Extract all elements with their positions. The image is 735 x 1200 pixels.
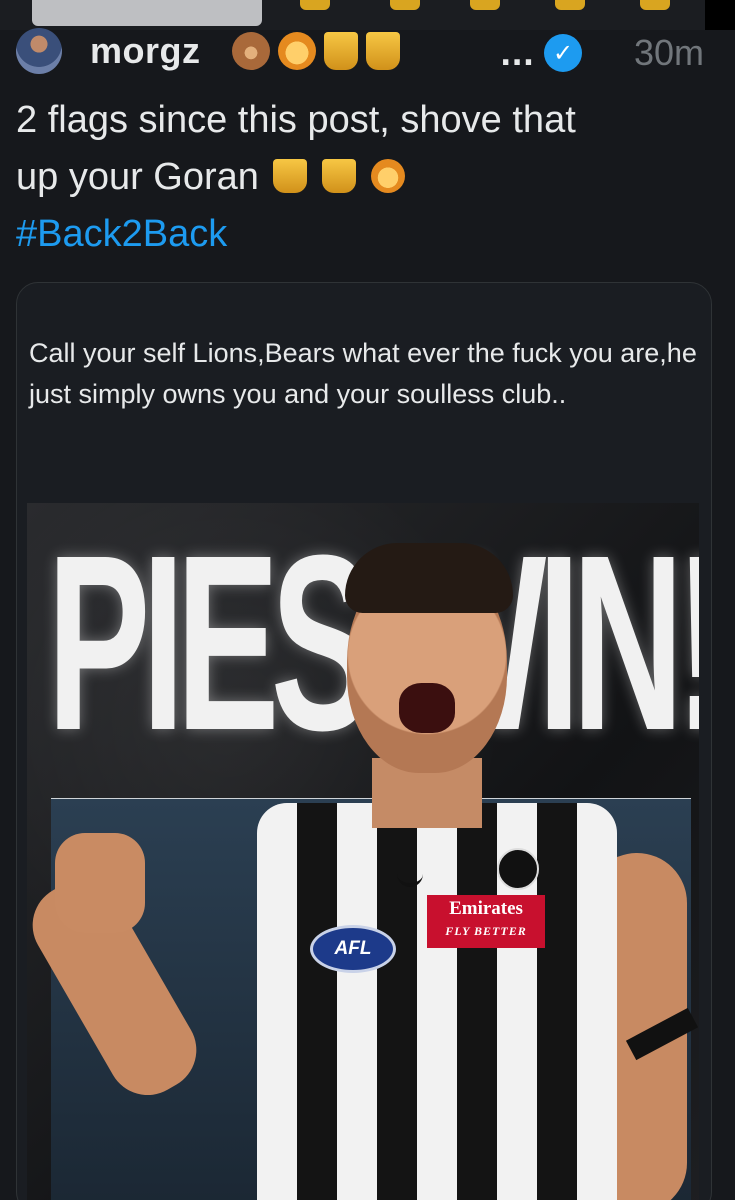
clipped-emoji (300, 0, 330, 10)
avatar[interactable] (16, 28, 62, 74)
trophy-emoji-icon (324, 32, 358, 70)
quoted-tweet-card[interactable]: Call your self Lions,Bears what ever the… (16, 282, 712, 1200)
bear-emoji-icon (232, 32, 270, 70)
tweet-timestamp[interactable]: 30m (634, 32, 704, 74)
afl-logo: AFL (310, 925, 396, 973)
sponsor-sub: FLY BETTER (445, 924, 527, 938)
trophy-emoji-icon (273, 159, 308, 193)
clipped-emoji (555, 0, 585, 10)
verified-badge-icon[interactable]: ✓ (544, 34, 582, 72)
club-badge-icon (497, 848, 539, 890)
tweet-text-line-1: 2 flags since this post, shove that (16, 99, 576, 141)
clipped-emoji (470, 0, 500, 10)
sponsor-logo: Emirates FLY BETTER (427, 895, 545, 948)
trophy-emoji-icon (322, 159, 357, 193)
tweet-header: morgz ... ✓ 30m (16, 24, 716, 74)
player-fist (55, 833, 145, 933)
trophy-emoji-icon (366, 32, 400, 70)
author-display-name[interactable]: morgz (90, 30, 201, 72)
author-name-emojis (232, 32, 400, 70)
tweet-screen: morgz ... ✓ 30m 2 flags since this post,… (0, 0, 735, 1200)
tweet-text-line-2: up your Goran (16, 149, 716, 206)
clipped-emoji (390, 0, 420, 10)
quoted-tweet-text: Call your self Lions,Bears what ever the… (29, 338, 697, 409)
player-mouth (399, 683, 455, 733)
name-overflow: ... (500, 38, 535, 73)
player-jersey (257, 803, 617, 1200)
hashtag-link[interactable]: #Back2Back (16, 206, 716, 263)
sponsor-main: Emirates (449, 898, 523, 919)
lion-emoji-icon (370, 159, 405, 193)
quoted-tweet-image[interactable]: PIES WIN! Emirates FLY BETTER AFL (27, 503, 699, 1200)
tweet-text-line-2-text: up your Goran (16, 156, 259, 198)
clipped-text (32, 0, 262, 26)
player-hair (345, 543, 513, 613)
tweet-body: 2 flags since this post, shove that up y… (16, 92, 716, 263)
clipped-emoji (640, 0, 670, 10)
lion-emoji-icon (278, 32, 316, 70)
